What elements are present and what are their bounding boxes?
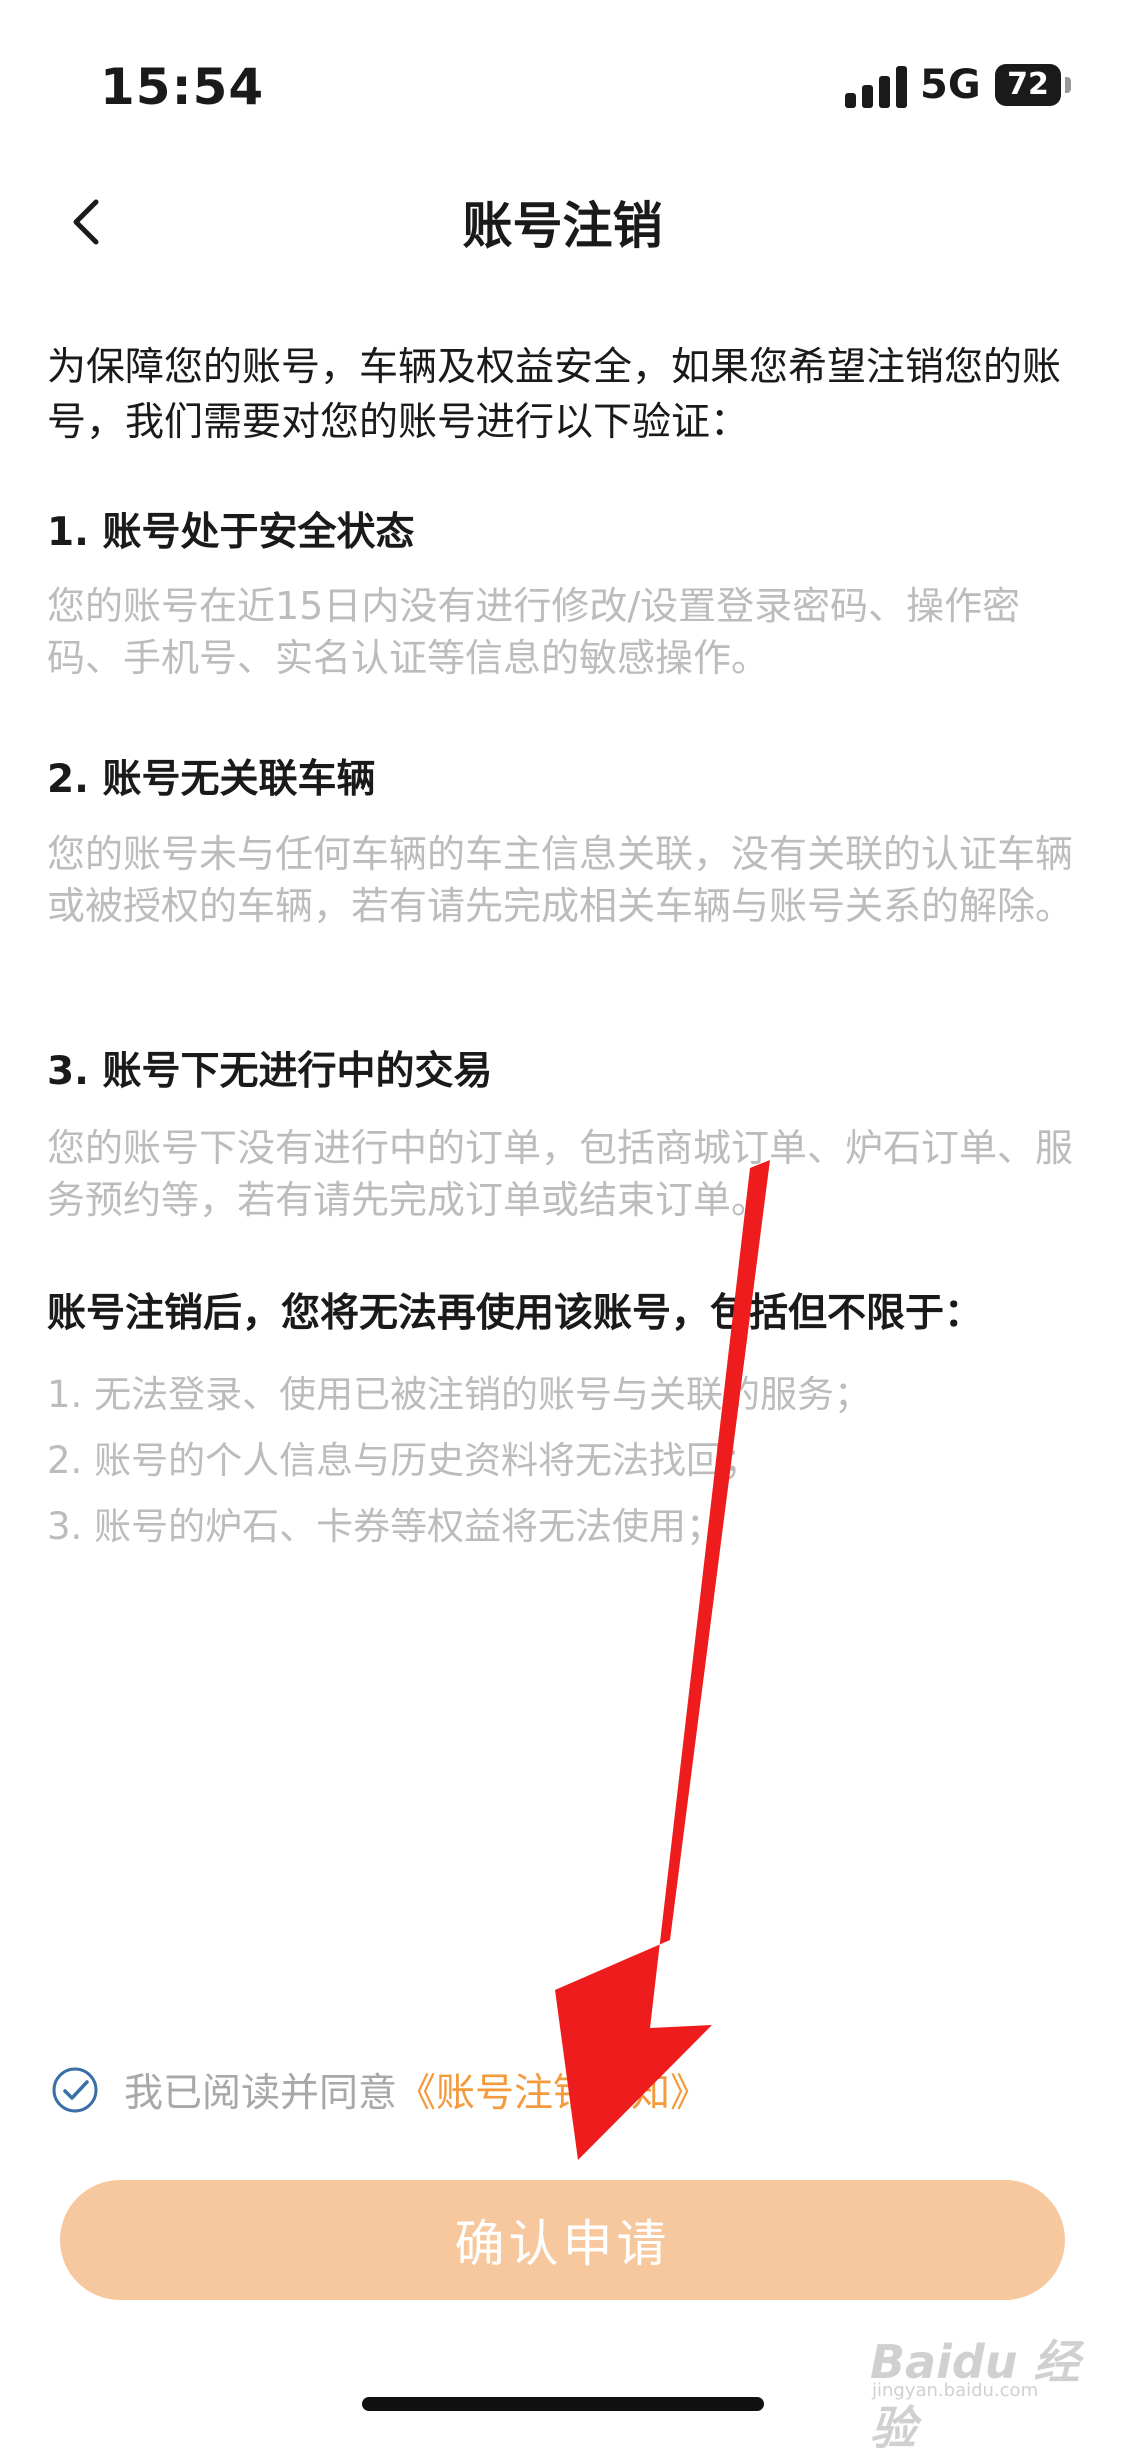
battery-icon: 72 bbox=[995, 64, 1071, 106]
section-2-desc: 您的账号未与任何车辆的车主信息关联，没有关联的认证车辆或被授权的车辆，若有请先完… bbox=[47, 832, 1074, 928]
baidu-watermark: Baidu 经验 jingyan.baidu.com bbox=[860, 2320, 1090, 2455]
intro-text: 为保障您的账号，车辆及权益安全，如果您希望注销您的账号，我们需要对您的账号进行以… bbox=[47, 345, 1062, 445]
status-bar: 15:54 5G 72 bbox=[0, 0, 1125, 160]
battery-percent: 72 bbox=[1007, 67, 1049, 102]
list-item: 1. 无法登录、使用已被注销的账号与关联的服务； bbox=[47, 1373, 872, 1416]
section-3-desc: 您的账号下没有进行中的订单，包括商城订单、炉石订单、服务预约等，若有请先完成订单… bbox=[47, 1126, 1074, 1222]
after-cancel-title: 账号注销后，您将无法再使用该账号，包括但不限于： bbox=[47, 1291, 984, 1336]
consequences-list: 1. 无法登录、使用已被注销的账号与关联的服务； 2. 账号的个人信息与历史资料… bbox=[47, 1362, 871, 1560]
page-title: 账号注销 bbox=[462, 197, 663, 255]
status-time: 15:54 bbox=[100, 58, 265, 116]
checkbox-checked-icon[interactable] bbox=[50, 2065, 100, 2115]
agreement-row: 我已阅读并同意 《账号注销须知》 bbox=[50, 2060, 709, 2120]
agreement-text: 我已阅读并同意 bbox=[124, 2071, 398, 2116]
watermark-url: jingyan.baidu.com bbox=[872, 2380, 1039, 2401]
section-2-title: 2. 账号无关联车辆 bbox=[47, 757, 376, 802]
agreement-link[interactable]: 《账号注销须知》 bbox=[397, 2062, 709, 2118]
nav-bar: 账号注销 bbox=[0, 170, 1125, 280]
section-1-desc: 您的账号在近15日内没有进行修改/设置登录密码、操作密码、手机号、实名认证等信息… bbox=[47, 584, 1021, 680]
home-indicator bbox=[362, 2397, 764, 2411]
verification-content: 为保障您的账号，车辆及权益安全，如果您希望注销您的账号，我们需要对您的账号进行以… bbox=[47, 340, 1087, 1548]
list-item: 3. 账号的炉石、卡券等权益将无法使用； bbox=[47, 1505, 724, 1548]
network-type: 5G bbox=[920, 62, 981, 108]
confirm-apply-button[interactable]: 确认申请 bbox=[60, 2180, 1065, 2300]
cellular-signal-icon bbox=[845, 66, 907, 108]
section-3-title: 3. 账号下无进行中的交易 bbox=[47, 1049, 493, 1094]
list-item: 2. 账号的个人信息与历史资料将无法找回； bbox=[47, 1439, 761, 1482]
section-1-title: 1. 账号处于安全状态 bbox=[47, 510, 415, 555]
